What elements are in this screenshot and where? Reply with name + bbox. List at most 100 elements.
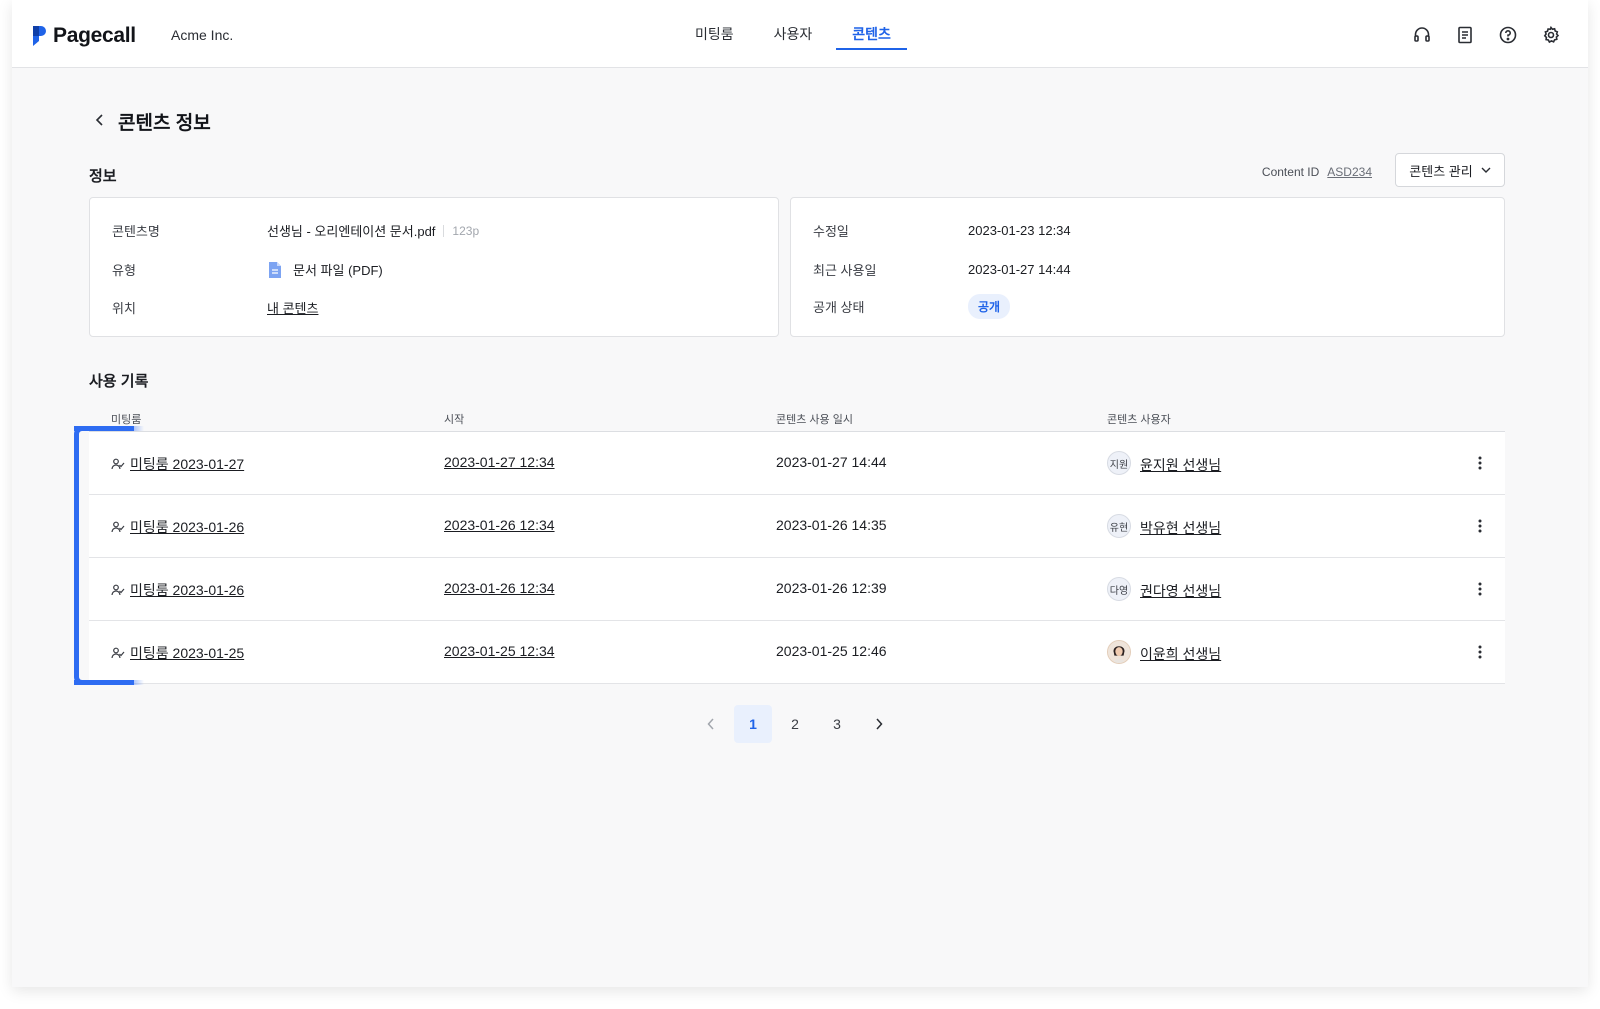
user-cell: 다영 권다영 선생님 bbox=[1107, 577, 1221, 601]
start-link[interactable]: 2023-01-26 12:34 bbox=[444, 580, 555, 596]
manage-content-label: 콘텐츠 관리 bbox=[1409, 163, 1473, 179]
table-row: 미팅룸 2023-01-26 2023-01-26 12:34 2023-01-… bbox=[89, 558, 1505, 621]
main-nav: 미팅룸 사용자 콘텐츠 bbox=[695, 0, 931, 68]
user-link[interactable]: 이윤희 선생님 bbox=[1140, 644, 1221, 664]
start-link[interactable]: 2023-01-27 12:34 bbox=[444, 454, 555, 470]
user-link[interactable]: 박유현 선생님 bbox=[1140, 518, 1221, 538]
content-type-value: 문서 파일 (PDF) bbox=[267, 260, 383, 279]
content-id-label: Content ID bbox=[1261, 165, 1320, 179]
room-cell: 미팅룸 2023-01-26 bbox=[111, 517, 244, 537]
page-button-1[interactable]: 1 bbox=[734, 705, 772, 743]
modified-row: 수정일 2023-01-23 12:34 bbox=[813, 221, 1071, 240]
tab-meeting-rooms[interactable]: 미팅룸 bbox=[695, 0, 734, 50]
page-button-2[interactable]: 2 bbox=[776, 705, 814, 743]
visibility-row: 공개 상태 공개 bbox=[813, 294, 1011, 319]
page-button-3[interactable]: 3 bbox=[818, 705, 856, 743]
avatar: 지원 bbox=[1107, 451, 1131, 475]
chevron-left-icon bbox=[707, 718, 714, 730]
table-header: 미팅룸 시작 콘텐츠 사용 일시 콘텐츠 사용자 bbox=[89, 408, 1505, 432]
document-file-icon bbox=[269, 261, 281, 278]
avatar-photo bbox=[1107, 640, 1131, 664]
column-header-start[interactable]: 시작 bbox=[444, 411, 464, 427]
manage-content-button[interactable]: 콘텐츠 관리 bbox=[1395, 153, 1505, 187]
top-header: Pagecall Acme Inc. 미팅룸 사용자 콘텐츠 bbox=[12, 0, 1588, 68]
pagination: 1 2 3 bbox=[692, 705, 902, 743]
room-cell: 미팅룸 2023-01-26 bbox=[111, 580, 244, 600]
content-id-value[interactable]: ASD234 bbox=[1327, 165, 1372, 179]
used-at-cell: 2023-01-27 14:44 bbox=[776, 454, 887, 470]
content-type-text: 문서 파일 (PDF) bbox=[293, 263, 383, 278]
selection-highlight-top bbox=[74, 426, 144, 431]
avatar: 다영 bbox=[1107, 577, 1131, 601]
content-type-row: 유형 문서 파일 (PDF) bbox=[112, 260, 383, 279]
content-name-value: 선생님 - 오리엔테이션 문서.pdf 123p bbox=[267, 221, 479, 240]
content-type-label: 유형 bbox=[112, 263, 136, 278]
content-location-row: 위치 내 콘텐츠 bbox=[112, 298, 318, 317]
user-link[interactable]: 윤지원 선생님 bbox=[1140, 455, 1221, 475]
usage-section-title: 사용 기록 bbox=[89, 373, 149, 390]
prev-page-button[interactable] bbox=[692, 705, 730, 743]
content-status-card: 수정일 2023-01-23 12:34 최근 사용일 2023-01-27 1… bbox=[790, 197, 1505, 337]
avatar: 유현 bbox=[1107, 514, 1131, 538]
content-location-label: 위치 bbox=[112, 301, 136, 316]
table-row: 미팅룸 2023-01-25 2023-01-25 12:34 2023-01-… bbox=[89, 621, 1505, 684]
content-info-card: 콘텐츠명 선생님 - 오리엔테이션 문서.pdf 123p 유형 문서 파일 (… bbox=[89, 197, 779, 337]
visibility-badge: 공개 bbox=[968, 294, 1011, 319]
user-link[interactable]: 권다영 선생님 bbox=[1140, 581, 1221, 601]
column-header-room[interactable]: 미팅룸 bbox=[111, 411, 141, 427]
more-options-icon[interactable] bbox=[1475, 642, 1485, 662]
tab-users[interactable]: 사용자 bbox=[774, 0, 813, 50]
user-cell: 지원 윤지원 선생님 bbox=[1107, 451, 1221, 475]
info-section-title: 정보 bbox=[89, 168, 117, 185]
room-link[interactable]: 미팅룸 2023-01-27 bbox=[130, 454, 244, 474]
last-used-label: 최근 사용일 bbox=[813, 263, 877, 278]
meeting-room-icon bbox=[111, 458, 125, 470]
user-cell: 이윤희 선생님 bbox=[1107, 640, 1221, 664]
logo[interactable]: Pagecall bbox=[31, 24, 136, 48]
table-row: 미팅룸 2023-01-26 2023-01-26 12:34 2023-01-… bbox=[89, 495, 1505, 558]
column-header-used-at[interactable]: 콘텐츠 사용 일시 bbox=[776, 411, 853, 427]
page-count: 123p bbox=[443, 224, 479, 237]
next-page-button[interactable] bbox=[860, 705, 898, 743]
chevron-down-icon bbox=[1481, 167, 1491, 173]
room-cell: 미팅룸 2023-01-25 bbox=[111, 643, 244, 663]
settings-icon[interactable] bbox=[1540, 24, 1562, 46]
pagecall-logo-icon bbox=[33, 26, 46, 46]
modified-value: 2023-01-23 12:34 bbox=[968, 223, 1071, 238]
organization-name[interactable]: Acme Inc. bbox=[171, 27, 233, 43]
file-name: 선생님 - 오리엔테이션 문서.pdf bbox=[267, 224, 436, 239]
used-at-cell: 2023-01-25 12:46 bbox=[776, 643, 887, 659]
content-id: Content ID ASD234 bbox=[1262, 165, 1372, 179]
room-cell: 미팅룸 2023-01-27 bbox=[111, 454, 244, 474]
last-used-row: 최근 사용일 2023-01-27 14:44 bbox=[813, 260, 1071, 279]
room-link[interactable]: 미팅룸 2023-01-26 bbox=[130, 517, 244, 537]
content-name-label: 콘텐츠명 bbox=[112, 224, 160, 239]
user-cell: 유현 박유현 선생님 bbox=[1107, 514, 1221, 538]
modified-label: 수정일 bbox=[813, 224, 849, 239]
start-link[interactable]: 2023-01-26 12:34 bbox=[444, 517, 555, 533]
header-actions bbox=[1390, 24, 1562, 46]
more-options-icon[interactable] bbox=[1475, 453, 1485, 473]
more-options-icon[interactable] bbox=[1475, 579, 1485, 599]
room-link[interactable]: 미팅룸 2023-01-25 bbox=[130, 643, 244, 663]
chevron-right-icon bbox=[876, 718, 883, 730]
content-location-link[interactable]: 내 콘텐츠 bbox=[267, 298, 318, 317]
used-at-cell: 2023-01-26 14:35 bbox=[776, 517, 887, 533]
more-options-icon[interactable] bbox=[1475, 516, 1485, 536]
room-link[interactable]: 미팅룸 2023-01-26 bbox=[130, 580, 244, 600]
table-row: 미팅룸 2023-01-27 2023-01-27 12:34 2023-01-… bbox=[89, 432, 1505, 495]
document-icon[interactable] bbox=[1454, 24, 1476, 46]
app-name: Pagecall bbox=[53, 24, 136, 47]
meeting-room-icon bbox=[111, 584, 125, 596]
app-window: Pagecall Acme Inc. 미팅룸 사용자 콘텐츠 콘텐츠 정보 정보… bbox=[12, 0, 1588, 987]
tab-contents[interactable]: 콘텐츠 bbox=[836, 0, 907, 50]
start-link[interactable]: 2023-01-25 12:34 bbox=[444, 643, 555, 659]
help-icon[interactable] bbox=[1497, 24, 1519, 46]
last-used-value: 2023-01-27 14:44 bbox=[968, 262, 1071, 277]
headset-icon[interactable] bbox=[1411, 24, 1433, 46]
meeting-room-icon bbox=[111, 647, 125, 659]
column-header-user[interactable]: 콘텐츠 사용자 bbox=[1107, 411, 1171, 427]
content-name-row: 콘텐츠명 선생님 - 오리엔테이션 문서.pdf 123p bbox=[112, 221, 479, 240]
chevron-left-icon bbox=[95, 114, 103, 126]
back-button[interactable] bbox=[90, 110, 110, 130]
